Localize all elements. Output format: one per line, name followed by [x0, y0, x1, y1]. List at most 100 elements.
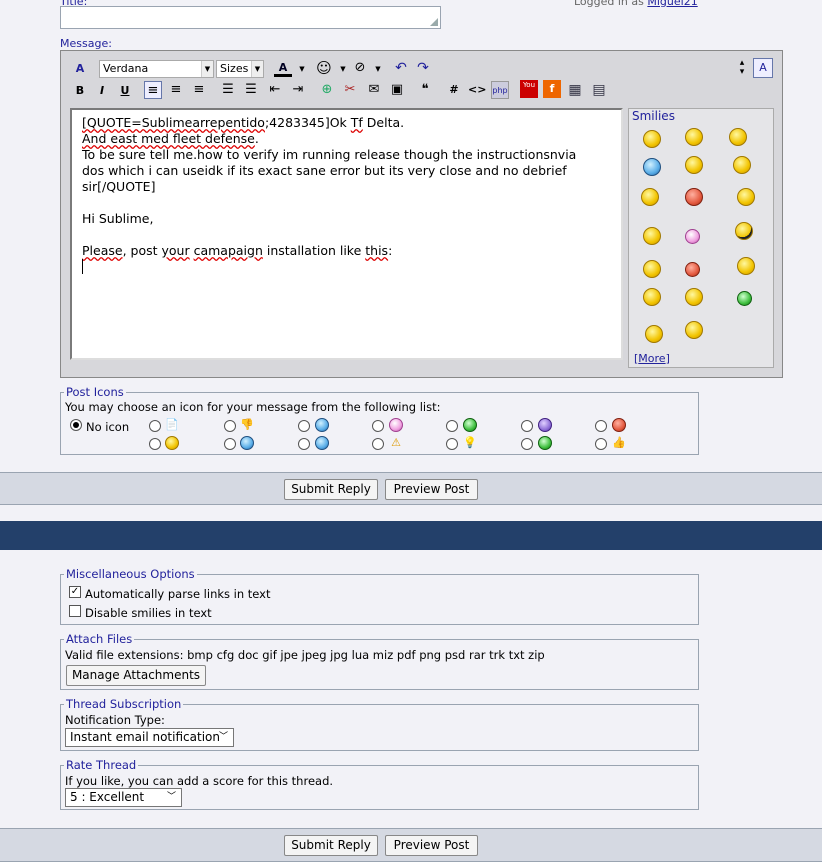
icon-radio[interactable]	[224, 420, 236, 432]
rating-select[interactable]: 5 : Excellent ﹀	[65, 788, 182, 807]
quote-icon[interactable]: ❝	[416, 81, 434, 99]
italic-icon[interactable]: I	[93, 82, 111, 100]
icon-radio[interactable]	[372, 420, 384, 432]
grin-icon[interactable]	[737, 291, 752, 306]
chevron-down-icon[interactable]: ▼	[293, 60, 311, 78]
message-textarea[interactable]: [QUOTE=Sublimearrepentido;4283345]Ok Tf …	[70, 108, 623, 360]
shocked-icon[interactable]	[643, 260, 661, 278]
table-icon[interactable]: ▦	[566, 81, 584, 99]
indent-icon[interactable]: ⇥	[289, 81, 307, 99]
thumbs-down-icon[interactable]	[641, 188, 659, 206]
no-icon-label: No icon	[86, 420, 130, 434]
icon-radio[interactable]	[521, 420, 533, 432]
icon-radio[interactable]	[595, 420, 607, 432]
additional-options-header	[0, 521, 822, 550]
nerd-icon[interactable]	[737, 257, 755, 275]
wave-icon[interactable]	[645, 325, 663, 343]
undo-icon[interactable]: ↶	[392, 59, 410, 77]
neutral-icon[interactable]	[685, 288, 703, 306]
html-icon[interactable]: <>	[468, 81, 486, 99]
flash-icon[interactable]: f	[543, 80, 561, 98]
angry-icon[interactable]	[685, 262, 700, 277]
icon-radio[interactable]	[149, 420, 161, 432]
msg-line-1: [QUOTE=Sublimearrepentido;4283345]Ok Tf …	[82, 115, 405, 130]
icon-radio[interactable]	[224, 438, 236, 450]
image-icon[interactable]: ▣	[388, 81, 406, 99]
icon-radio[interactable]	[149, 438, 161, 450]
remove-format-icon[interactable]: A	[71, 60, 89, 78]
whistle-icon[interactable]	[643, 288, 661, 306]
no-icon-radio[interactable]	[70, 419, 82, 431]
post-icons-description: You may choose an icon for your message …	[65, 400, 441, 414]
font-select[interactable]: Verdana ▼	[99, 60, 214, 78]
parse-links-checkbox[interactable]: ✓	[69, 586, 81, 598]
title-input[interactable]	[60, 6, 441, 29]
align-center-icon[interactable]: ≡	[167, 81, 185, 99]
ordered-list-icon[interactable]: ☰	[219, 81, 237, 99]
redo-icon[interactable]: ↷	[414, 59, 432, 77]
wink-icon[interactable]	[643, 158, 661, 176]
align-left-icon[interactable]: ≡	[144, 81, 162, 99]
icon-radio[interactable]	[521, 438, 533, 450]
bold-icon[interactable]: B	[71, 82, 89, 100]
submit-reply-button-bottom[interactable]: Submit Reply	[284, 835, 378, 856]
thinking-icon[interactable]	[685, 321, 703, 339]
chevron-down-icon[interactable]: ▼	[334, 60, 352, 78]
parse-links-label: Automatically parse links in text	[85, 587, 271, 601]
icon-radio[interactable]	[446, 438, 458, 450]
clock-icon[interactable]	[685, 156, 703, 174]
msg-line-5: sir[/QUOTE]	[82, 179, 156, 194]
underline-icon[interactable]: U	[116, 82, 134, 100]
manage-attachments-button[interactable]: Manage Attachments	[66, 665, 206, 686]
icon-radio[interactable]	[298, 420, 310, 432]
unlink-icon[interactable]: ✂	[341, 81, 359, 99]
smirk-icon[interactable]	[643, 227, 661, 245]
smiley-icon[interactable]: ☺	[315, 59, 333, 77]
msg-line-3: To be sure tell me.how to verify im runn…	[82, 147, 577, 162]
salute-icon[interactable]	[735, 222, 753, 240]
notification-type-label: Notification Type:	[65, 713, 165, 727]
size-select-value: Sizes	[220, 62, 249, 75]
font-color-icon[interactable]: A	[274, 59, 292, 77]
frown-icon[interactable]	[685, 128, 703, 146]
table-simple-icon[interactable]: ▤	[590, 81, 608, 99]
misspelled-word: Tf	[350, 115, 363, 130]
icon-radio[interactable]	[298, 438, 310, 450]
rating-value: 5 : Excellent	[70, 790, 145, 804]
size-select[interactable]: Sizes ▼	[216, 60, 264, 78]
more-smilies: [More]	[634, 352, 670, 365]
php-icon[interactable]: php	[491, 81, 509, 99]
thumbs-up-icon[interactable]	[733, 156, 751, 174]
link-icon[interactable]: ⊕	[318, 81, 336, 99]
youtube-icon[interactable]: You	[520, 80, 538, 98]
disable-smilies-checkbox[interactable]	[69, 605, 81, 617]
graduate-icon[interactable]	[737, 188, 755, 206]
email-icon[interactable]: ✉	[365, 81, 383, 99]
outdent-icon[interactable]: ⇤	[266, 81, 284, 99]
unordered-list-icon[interactable]: ☰	[242, 81, 260, 99]
user-link[interactable]: Miguel21	[647, 0, 697, 8]
notification-type-select[interactable]: Instant email notification ﹀	[65, 728, 234, 747]
smile-icon[interactable]	[643, 130, 661, 148]
resize-icon[interactable]: ▴ ▾	[733, 59, 751, 77]
submit-reply-button[interactable]: Submit Reply	[284, 479, 378, 500]
text-caret	[82, 259, 87, 274]
code-icon[interactable]: #	[445, 81, 463, 99]
warning-post-icon: ⚠	[391, 436, 401, 449]
icon-radio[interactable]	[372, 438, 384, 450]
chevron-down-icon[interactable]: ▼	[369, 60, 387, 78]
attachment-icon[interactable]: ⊘	[351, 59, 369, 77]
preview-post-button-bottom[interactable]: Preview Post	[385, 835, 478, 856]
tongue-icon[interactable]	[685, 229, 700, 244]
sad-post-icon	[538, 418, 552, 432]
align-right-icon[interactable]: ≡	[190, 81, 208, 99]
more-smilies-link[interactable]: More	[638, 352, 665, 365]
icon-radio[interactable]	[595, 438, 607, 450]
icon-radio[interactable]	[446, 420, 458, 432]
switch-mode-icon[interactable]: A	[753, 58, 773, 78]
msg-line-2: And east med fleet defense.	[82, 131, 259, 146]
preview-post-button[interactable]: Preview Post	[385, 479, 478, 500]
music-icon[interactable]	[729, 128, 747, 146]
wink-post-icon	[315, 418, 329, 432]
help-icon[interactable]	[685, 188, 703, 206]
